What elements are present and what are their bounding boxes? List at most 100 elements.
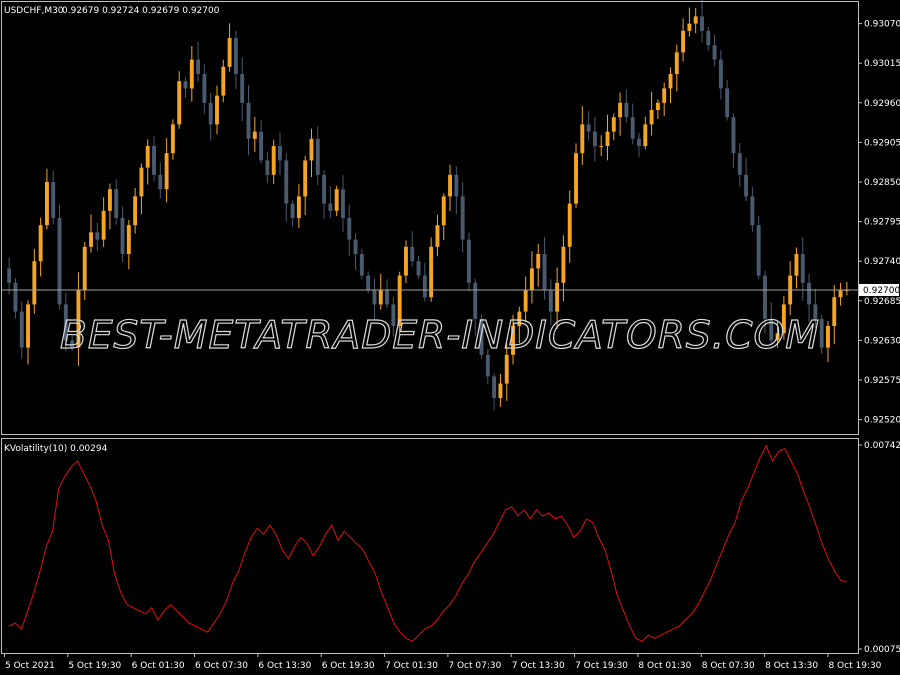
candle-body	[826, 326, 830, 348]
time-tick-label: 5 Oct 2021	[5, 661, 55, 671]
time-tick-label: 7 Oct 13:30	[512, 661, 565, 671]
candle-body	[366, 275, 371, 290]
time-tick-label: 8 Oct 13:30	[765, 661, 818, 671]
candle-body	[265, 160, 270, 175]
candle-body	[378, 290, 383, 305]
candle-body	[284, 160, 289, 204]
candle-body	[221, 66, 226, 96]
candle-body	[725, 88, 730, 118]
candle-body	[107, 189, 112, 211]
candle-body	[586, 124, 591, 132]
candle-body	[208, 102, 213, 125]
candle-body	[296, 196, 301, 218]
candle-body	[460, 196, 465, 240]
chart-canvas: 0.93070 0.93015 0.92960 0.92905 0.92850 0.927…	[0, 0, 900, 675]
time-tick-label: 6 Oct 01:30	[132, 661, 185, 671]
candle-body	[794, 254, 799, 276]
candle-body	[290, 203, 295, 218]
current-price-label: 0.92700	[863, 286, 900, 296]
candle-body	[567, 203, 572, 247]
candle-body	[246, 102, 251, 139]
candle-body	[347, 218, 352, 240]
candle-body	[309, 138, 314, 161]
candle-body	[687, 23, 692, 31]
candle-body	[630, 117, 635, 139]
candle-body	[51, 182, 56, 218]
candle-body	[19, 311, 24, 348]
price-tick-label: 0.92630	[864, 336, 900, 346]
candle-body	[435, 225, 440, 247]
candle-body	[706, 30, 711, 46]
candle-body	[416, 261, 421, 276]
candle-body	[819, 318, 824, 348]
candle-body	[252, 131, 257, 139]
time-tick-label: 7 Oct 19:30	[575, 661, 628, 671]
candle-body	[328, 203, 333, 211]
candle-body	[7, 268, 12, 283]
candle-body	[240, 74, 245, 103]
candle-body	[485, 354, 490, 377]
candle-body	[618, 102, 623, 118]
candle-body	[750, 196, 755, 226]
candle-body	[807, 282, 812, 305]
candle-body	[681, 30, 686, 53]
indicator-tick-label: 0.00742	[864, 441, 900, 451]
candle-body	[561, 246, 566, 283]
candle-body	[126, 225, 131, 254]
candle-body	[164, 153, 169, 190]
candle-body	[359, 254, 364, 276]
candle-body	[196, 59, 201, 74]
ohlc-readout: 0.92679 0.92724 0.92679 0.92700	[62, 6, 220, 16]
candle-body	[655, 102, 660, 110]
candle-body	[271, 146, 276, 175]
candle-body	[536, 254, 541, 269]
candle-body	[189, 59, 194, 89]
candle-body	[662, 88, 667, 103]
candle-body	[341, 189, 345, 218]
candle-body	[13, 282, 18, 312]
price-tick-label: 0.92795	[864, 218, 900, 228]
candle-body	[139, 167, 144, 197]
time-tick-label: 6 Oct 07:30	[195, 661, 248, 671]
candle-body	[712, 45, 717, 60]
candle-body	[718, 59, 723, 89]
candle-body	[133, 196, 138, 226]
price-tick-label: 0.92740	[864, 257, 900, 267]
candle-body	[448, 174, 452, 197]
time-tick-label: 8 Oct 19:30	[828, 661, 881, 671]
candle-body	[57, 218, 62, 305]
candle-body	[643, 124, 648, 146]
candle-body	[555, 282, 560, 312]
candle-body	[315, 138, 320, 175]
candle-body	[838, 290, 843, 298]
time-tick-label: 8 Oct 01:30	[638, 661, 691, 671]
candle-body	[385, 290, 390, 305]
candle-body	[422, 275, 427, 298]
candle-body	[668, 74, 673, 89]
candle-body	[372, 290, 377, 305]
price-tick-label: 0.92905	[864, 138, 900, 148]
time-tick-label: 6 Oct 19:30	[322, 661, 375, 671]
candle-body	[605, 131, 610, 146]
candle-body	[592, 131, 597, 146]
candle-body	[693, 16, 698, 24]
candle-body	[454, 174, 459, 197]
candle-body	[89, 232, 93, 247]
candle-body	[498, 383, 503, 398]
price-tick-label: 0.92520	[864, 416, 900, 426]
candle-body	[529, 268, 534, 290]
candle-body	[737, 153, 742, 175]
price-tick-label: 0.92685	[864, 297, 900, 307]
candle-body	[44, 182, 49, 226]
candle-body	[278, 146, 282, 161]
candle-body	[183, 81, 188, 89]
candle-body	[649, 110, 654, 125]
time-tick-label: 6 Oct 13:30	[258, 661, 311, 671]
candle-body	[404, 246, 408, 276]
candle-body	[215, 95, 219, 125]
price-tick-label: 0.93070	[864, 20, 900, 30]
candle-body	[674, 52, 679, 74]
candle-body	[202, 74, 207, 103]
candle-body	[303, 160, 308, 197]
watermark-text: BEST-METATRADER-INDICATORS.COM	[60, 313, 820, 357]
